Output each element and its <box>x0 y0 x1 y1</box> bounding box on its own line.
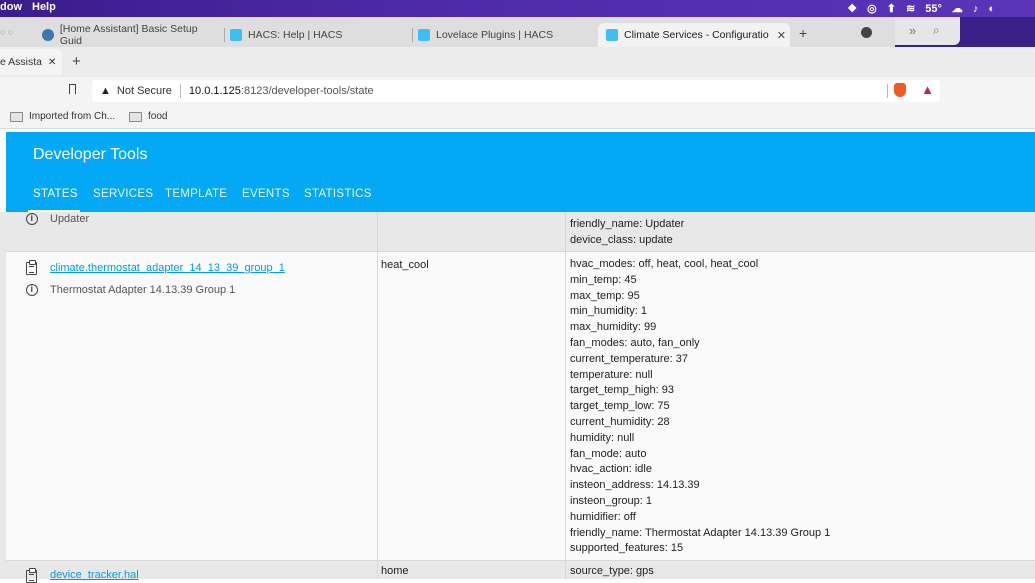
window-controls[interactable]: ○ ○ <box>0 27 13 37</box>
table-row: Updater friendly_name: Updater device_cl… <box>6 212 1035 252</box>
tab-climate-services[interactable]: Climate Services - Configuratio ✕ <box>598 23 790 47</box>
attributes-cell: hvac_modes: off, heat, cool, heat_coolmi… <box>565 252 1035 560</box>
background-window-tab-strip: e Assista ✕ + <box>0 47 1035 78</box>
new-tab-icon[interactable]: + <box>799 25 807 41</box>
home-assistant-icon <box>606 29 618 41</box>
attribute-line: supported_features: 15 <box>570 542 684 555</box>
attribute-line: source_type: gps <box>570 565 654 577</box>
attribute-line: friendly_name: Updater <box>570 218 685 230</box>
bookmark-imported[interactable]: Imported from Ch... <box>10 111 115 122</box>
bookmark-food[interactable]: food <box>129 111 167 122</box>
search-icon[interactable]: ⌕ <box>933 23 940 38</box>
table-row: climate.thermostat_adapter_14_13_39_grou… <box>6 252 1035 561</box>
tab-search-icon[interactable] <box>861 27 872 38</box>
entity-state: heat_cool <box>381 259 429 271</box>
background-window-tab[interactable]: e Assista ✕ <box>0 49 62 75</box>
tab-services[interactable]: SERVICES <box>93 188 153 200</box>
close-tab-icon[interactable]: ✕ <box>48 57 56 68</box>
attribute-line: fan_modes: auto, fan_only <box>570 337 700 349</box>
url-path: :8123/developer-tools/state <box>240 85 374 97</box>
hacs-icon <box>230 29 242 41</box>
attribute-line: insteon_group: 1 <box>570 495 652 507</box>
tab-states[interactable]: STATES <box>33 188 78 200</box>
url-host: 10.0.1.125 <box>188 85 241 97</box>
cloud-icon: ☁ <box>951 3 963 15</box>
address-row: ▲ Not Secure 10.0.1.125 :8123/developer-… <box>0 77 1035 106</box>
tab-events[interactable]: EVENTS <box>242 188 290 200</box>
attribute-line: temperature: null <box>570 368 653 381</box>
brave-shield-icon[interactable] <box>894 83 906 97</box>
entity-state: home <box>381 565 409 577</box>
tab-template[interactable]: TEMPLATE <box>165 188 227 200</box>
attribute-line: current_temperature: 37 <box>570 352 689 365</box>
new-tab-icon[interactable]: + <box>72 53 81 70</box>
help-menu[interactable]: Help <box>32 1 56 13</box>
attribute-line: target_temp_low: 75 <box>570 400 670 413</box>
attribute-line: humidity: null <box>570 431 635 444</box>
security-label[interactable]: Not Secure <box>117 85 172 97</box>
menu-extra-icon[interactable]: ◐ <box>988 3 995 15</box>
attribute-line: hvac_action: idle <box>570 463 652 476</box>
url-bar[interactable]: ▲ Not Secure 10.0.1.125 :8123/developer-… <box>92 80 940 102</box>
bookmark-icon[interactable] <box>69 84 76 94</box>
folder-icon <box>129 111 142 122</box>
browser-tab-strip: ○ ○ [Home Assistant] Basic Setup Guid HA… <box>0 17 1035 47</box>
tab-separator <box>224 28 225 42</box>
entity-id-link[interactable]: climate.thermostat_adapter_14_13_39_grou… <box>50 262 285 274</box>
attribute-line: current_humidity: 28 <box>570 416 670 428</box>
wifi-icon[interactable]: ≋ <box>906 2 915 15</box>
folder-icon <box>10 111 23 122</box>
tab-lovelace-plugins[interactable]: Lovelace Plugins | HACS <box>418 23 588 47</box>
chevron-right-double-icon[interactable]: » <box>909 23 916 38</box>
menubar-status-icons: ❖ ◎ ⬆ ≋ 55° ☁ ♪ ◐ <box>847 0 995 17</box>
clipboard-icon[interactable] <box>26 260 37 275</box>
other-window-edge: » ⌕ <box>895 17 1035 47</box>
attribute-line: max_humidity: 99 <box>570 321 657 334</box>
attribute-line: humidifier: off <box>570 510 636 523</box>
attribute-line: device_class: update <box>570 234 673 246</box>
hacs-icon <box>418 29 430 41</box>
friendly-name: Updater <box>50 213 90 225</box>
info-icon[interactable] <box>26 284 38 296</box>
tab-ha-setup-guide[interactable]: [Home Assistant] Basic Setup Guid <box>42 23 220 47</box>
mac-menu-bar: dow Help ❖ ◎ ⬆ ≋ 55° ☁ ♪ ◐ <box>0 0 1035 17</box>
attribute-line: target_temp_high: 93 <box>570 384 674 397</box>
page-title: Developer Tools <box>33 146 148 163</box>
weather-temp[interactable]: 55° <box>925 3 942 15</box>
attribute-line: max_temp: 95 <box>570 289 640 302</box>
attribute-line: min_temp: 45 <box>570 273 637 286</box>
info-icon[interactable] <box>26 213 38 225</box>
warning-icon[interactable]: ▲ <box>100 85 111 97</box>
attribute-line: min_humidity: 1 <box>570 305 648 318</box>
close-tab-icon[interactable]: ✕ <box>777 29 786 42</box>
attribute-line: friendly_name: Thermostat Adapter 14.13.… <box>570 526 831 539</box>
clipboard-icon[interactable] <box>26 568 37 583</box>
table-row: device_tracker.hal home source_type: gps <box>6 561 1035 583</box>
wordpress-icon <box>42 29 54 41</box>
bookmarks-bar: Imported from Ch... food <box>0 106 1035 129</box>
window-menu[interactable]: dow <box>0 1 22 13</box>
dropbox-icon[interactable]: ❖ <box>847 2 857 15</box>
tab-hacs-help[interactable]: HACS: Help | HACS <box>230 23 400 47</box>
music-icon[interactable]: ♪ <box>973 3 979 15</box>
attribute-line: fan_mode: auto <box>570 447 647 460</box>
creative-cloud-icon[interactable]: ◎ <box>867 2 877 15</box>
attribute-line: insteon_address: 14.13.39 <box>570 479 700 492</box>
friendly-name: Thermostat Adapter 14.13.39 Group 1 <box>50 284 236 296</box>
developer-tools-header: Developer Tools STATES SERVICES TEMPLATE… <box>6 132 1035 212</box>
attribute-line: hvac_modes: off, heat, cool, heat_cool <box>570 258 759 270</box>
brave-rewards-icon[interactable]: ▲ <box>921 82 934 97</box>
vpn-icon[interactable]: ⬆ <box>887 2 896 15</box>
tab-separator <box>412 28 413 42</box>
tab-statistics[interactable]: STATISTICS <box>304 188 372 200</box>
entity-id-link[interactable]: device_tracker.hal <box>50 569 139 581</box>
